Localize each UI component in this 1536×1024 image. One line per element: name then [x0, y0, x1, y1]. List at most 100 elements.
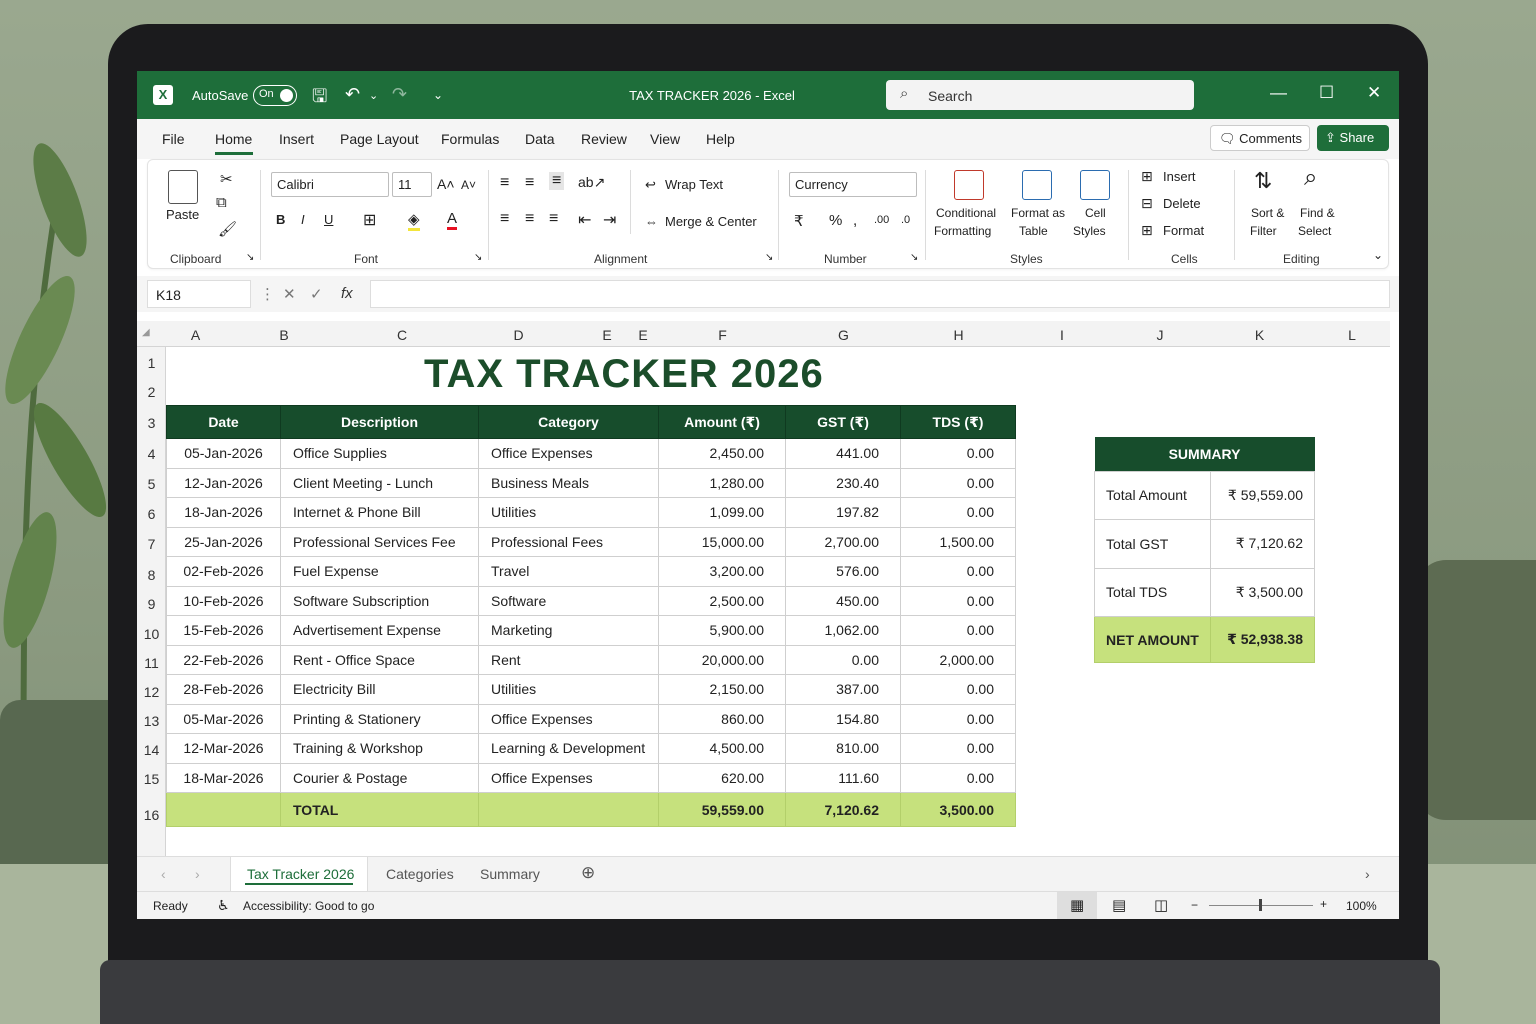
column-header[interactable]: D: [461, 327, 576, 343]
align-left-icon[interactable]: ≡: [500, 210, 509, 228]
column-heading-tds[interactable]: TDS (₹): [900, 405, 1016, 439]
total-amount[interactable]: 59,559.00: [658, 792, 786, 827]
cell-date[interactable]: 10-Feb-2026: [166, 585, 281, 616]
italic-icon[interactable]: I: [301, 212, 305, 227]
bold-icon[interactable]: B: [276, 212, 285, 227]
find-label[interactable]: Find &: [1300, 206, 1335, 220]
cell-description[interactable]: Software Subscription: [280, 585, 479, 616]
sheet-tab-summary[interactable]: Summary: [480, 866, 540, 882]
cell-category[interactable]: Business Meals: [478, 467, 659, 498]
scroll-left-icon[interactable]: ‹: [161, 866, 166, 882]
net-amount-label[interactable]: NET AMOUNT: [1094, 616, 1211, 663]
total-gst[interactable]: 7,120.62: [785, 792, 901, 827]
wrap-text-icon[interactable]: ↩: [645, 177, 656, 193]
cell-tds[interactable]: 1,500.00: [900, 526, 1016, 557]
cell-date[interactable]: 05-Mar-2026: [166, 703, 281, 734]
confirm-formula-icon[interactable]: ✓: [310, 285, 323, 303]
insert-function-icon[interactable]: fx: [341, 285, 353, 302]
summary-label[interactable]: Total GST: [1094, 519, 1211, 569]
cell-styles-label[interactable]: Styles: [1073, 224, 1106, 238]
select-all-icon[interactable]: ◢: [142, 327, 150, 338]
align-center-icon[interactable]: ≡: [525, 210, 534, 228]
clipboard-launcher-icon[interactable]: ↘: [246, 252, 254, 263]
row-header[interactable]: 1: [137, 355, 166, 371]
cell-gst[interactable]: 230.40: [785, 467, 901, 498]
cell-gst[interactable]: 387.00: [785, 674, 901, 705]
cell-category[interactable]: Office Expenses: [478, 438, 659, 469]
cell-category[interactable]: Marketing: [478, 615, 659, 646]
column-heading-date[interactable]: Date: [166, 405, 281, 439]
summary-value[interactable]: ₹ 3,500.00: [1210, 567, 1315, 617]
cell-gst[interactable]: 0.00: [785, 644, 901, 675]
total-cell-empty[interactable]: [478, 792, 659, 827]
sheet-tab-tax-tracker[interactable]: Tax Tracker 2026: [247, 866, 354, 882]
cell-amount[interactable]: 3,200.00: [658, 556, 786, 587]
merge-center-button[interactable]: Merge & Center: [665, 214, 757, 229]
scroll-tabs-right-icon[interactable]: ›: [1365, 866, 1370, 882]
cell-tds[interactable]: 0.00: [900, 438, 1016, 469]
font-name-select[interactable]: Calibri: [271, 172, 389, 197]
cell-description[interactable]: Professional Services Fee: [280, 526, 479, 557]
summary-title[interactable]: SUMMARY: [1094, 437, 1315, 471]
cell-gst[interactable]: 1,062.00: [785, 615, 901, 646]
row-header[interactable]: 8: [137, 567, 166, 583]
cut-icon[interactable]: ✂: [220, 170, 233, 188]
accessibility-icon[interactable]: ♿: [217, 897, 230, 914]
menu-file[interactable]: File: [162, 131, 185, 147]
sort-filter-icon[interactable]: ⇅: [1254, 168, 1272, 194]
cell-tds[interactable]: 0.00: [900, 467, 1016, 498]
row-header[interactable]: 5: [137, 476, 166, 492]
column-header[interactable]: A: [166, 327, 225, 343]
menu-review[interactable]: Review: [581, 131, 627, 147]
percent-icon[interactable]: %: [829, 212, 842, 229]
font-size-select[interactable]: 11: [392, 172, 432, 197]
cell-date[interactable]: 18-Mar-2026: [166, 762, 281, 793]
sheet-tab-categories[interactable]: Categories: [386, 866, 454, 882]
menu-data[interactable]: Data: [525, 131, 555, 147]
cell-gst[interactable]: 111.60: [785, 762, 901, 793]
cell-tds[interactable]: 0.00: [900, 703, 1016, 734]
net-amount-value[interactable]: ₹ 52,938.38: [1210, 616, 1315, 663]
cell-tds[interactable]: 0.00: [900, 762, 1016, 793]
column-heading-category[interactable]: Category: [478, 405, 659, 439]
format-as-label[interactable]: Format as: [1011, 206, 1065, 220]
cell-category[interactable]: Learning & Development: [478, 733, 659, 764]
cell-date[interactable]: 18-Jan-2026: [166, 497, 281, 528]
menu-view[interactable]: View: [650, 131, 680, 147]
cell-gst[interactable]: 450.00: [785, 585, 901, 616]
cell-amount[interactable]: 15,000.00: [658, 526, 786, 557]
paste-icon[interactable]: [168, 170, 198, 204]
column-header[interactable]: C: [343, 327, 461, 343]
row-header[interactable]: 6: [137, 506, 166, 522]
cell-category[interactable]: Office Expenses: [478, 762, 659, 793]
find-select-icon[interactable]: ⌕: [1304, 164, 1317, 192]
copy-icon[interactable]: ⧉: [216, 194, 227, 211]
cell-tds[interactable]: 0.00: [900, 556, 1016, 587]
row-header[interactable]: 11: [137, 655, 166, 671]
scroll-right-icon[interactable]: ›: [195, 866, 200, 882]
column-heading-description[interactable]: Description: [280, 405, 479, 439]
format-painter-icon[interactable]: 🖌: [218, 220, 237, 238]
cell-description[interactable]: Client Meeting - Lunch: [280, 467, 479, 498]
cell-date[interactable]: 12-Jan-2026: [166, 467, 281, 498]
column-header[interactable]: E: [635, 327, 651, 343]
zoom-out-icon[interactable]: −: [1191, 898, 1198, 912]
menu-formulas[interactable]: Formulas: [441, 131, 499, 147]
align-middle-icon[interactable]: ≡: [525, 174, 534, 192]
column-header[interactable]: J: [1108, 327, 1212, 343]
cell-tds[interactable]: 0.00: [900, 497, 1016, 528]
row-header[interactable]: 14: [137, 742, 166, 758]
total-tds[interactable]: 3,500.00: [900, 792, 1016, 827]
merge-center-icon[interactable]: ⇔: [645, 214, 658, 229]
share-button[interactable]: ⇪ Share: [1317, 125, 1389, 151]
row-header[interactable]: 16: [137, 807, 166, 823]
cell-gst[interactable]: 810.00: [785, 733, 901, 764]
cell-date[interactable]: 15-Feb-2026: [166, 615, 281, 646]
fill-color-icon[interactable]: ◈: [408, 210, 420, 231]
decrease-decimal-icon[interactable]: .0: [901, 214, 910, 226]
row-header[interactable]: 12: [137, 684, 166, 700]
alignment-launcher-icon[interactable]: ↘: [765, 252, 773, 263]
font-color-icon[interactable]: A: [447, 210, 458, 230]
zoom-level[interactable]: 100%: [1346, 899, 1377, 913]
page-layout-view-icon[interactable]: ▤: [1112, 896, 1126, 914]
